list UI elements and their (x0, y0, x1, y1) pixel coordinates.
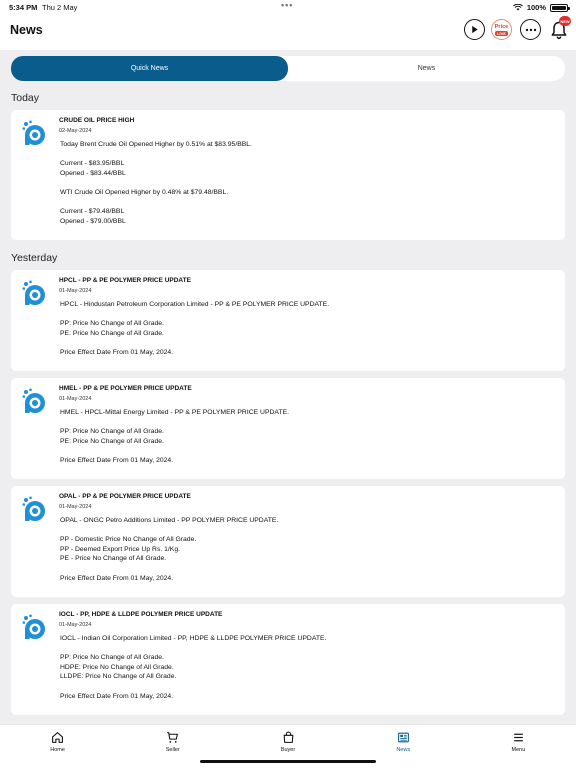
news-body-line: Current - $83.95/BBL (60, 160, 125, 168)
news-title: HPCL - PP & PE POLYMER PRICE UPDATE (59, 277, 191, 284)
app-header: News Price LIVE NEW (0, 14, 576, 50)
nav-buyer-label: Buyer (280, 747, 296, 753)
news-body-line: PP - Deemed Export Price Up Rs. 1/Kg. (60, 545, 181, 553)
news-body: IOCL - Indian Oil Corporation Limited - … (60, 634, 326, 701)
brand-logo-icon (22, 120, 45, 145)
news-body-gap (60, 198, 252, 208)
news-body-line: PE - Price No Change of All Grade. (60, 555, 167, 563)
brand-logo-icon (22, 280, 45, 305)
news-body-line: Opened - $83.44/BBL (60, 169, 126, 177)
news-body-line: HPCL - Hindustan Petroleum Corporation L… (60, 301, 330, 308)
newspaper-icon (397, 732, 409, 743)
news-body-line: Today Brent Crude Oil Opened Higher by 0… (60, 141, 252, 148)
news-body: HPCL - Hindustan Petroleum Corporation L… (60, 300, 329, 358)
news-body-gap (60, 310, 329, 320)
section-yesterday: Yesterday (11, 252, 58, 264)
news-date: 01-May-2024 (59, 396, 92, 402)
home-indicator[interactable] (200, 760, 376, 763)
nav-menu[interactable]: Menu (461, 725, 576, 768)
news-card[interactable]: CRUDE OIL PRICE HIGH 02-May-2024 Today B… (11, 110, 565, 240)
news-body-line: Price Effect Date From 01 May, 2024. (60, 574, 174, 582)
news-body-line: Price Effect Date From 01 May, 2024. (60, 348, 174, 356)
status-right: 100% (512, 3, 570, 12)
brand-logo-icon (22, 614, 45, 639)
status-bar: 5:34 PM Thu 2 May ••• 100% (0, 0, 576, 14)
notification-button[interactable]: NEW (548, 16, 571, 40)
news-body-gap (60, 338, 329, 348)
news-card[interactable]: OPAL - PP & PE POLYMER PRICE UPDATE 01-M… (11, 486, 565, 597)
news-body: Today Brent Crude Oil Opened Higher by 0… (60, 140, 252, 226)
news-body-line: PP: Price No Change of All Grade. (60, 428, 164, 436)
cart-icon (167, 732, 179, 743)
live-badge: LIVE (495, 30, 508, 36)
news-body-line: Price Effect Date From 01 May, 2024. (60, 456, 174, 464)
bag-icon (283, 731, 293, 743)
chat-dots-icon (525, 28, 536, 31)
news-body: HMEL - HPCL-Mittal Energy Limited - PP &… (60, 408, 289, 466)
play-icon (472, 25, 478, 34)
battery-icon (550, 3, 570, 12)
nav-home[interactable]: Home (0, 725, 115, 768)
nav-news-label: News (396, 747, 411, 753)
news-title: CRUDE OIL PRICE HIGH (59, 117, 135, 124)
section-today: Today (11, 92, 40, 104)
price-label: Price (494, 23, 509, 30)
news-card[interactable]: IOCL - PP, HDPE & LLDPE POLYMER PRICE UP… (11, 604, 565, 715)
brand-logo-icon (22, 388, 45, 413)
news-body-line: OPAL - ONGC Petro Additions Limited - PP… (60, 517, 279, 524)
news-body-gap (60, 418, 289, 428)
news-card[interactable]: HMEL - PP & PE POLYMER PRICE UPDATE 01-M… (11, 378, 565, 479)
news-body-line: HDPE: Price No Change of All Grade. (60, 663, 174, 671)
news-body-gap (60, 446, 289, 456)
news-title: HMEL - PP & PE POLYMER PRICE UPDATE (59, 385, 192, 392)
news-title: OPAL - PP & PE POLYMER PRICE UPDATE (59, 493, 191, 500)
news-body-line: PP: Price No Change of All Grade. (60, 320, 164, 328)
home-icon (52, 732, 64, 743)
news-body-line: PE: Price No Change of All Grade. (60, 437, 164, 445)
live-price-button[interactable]: Price LIVE (491, 19, 512, 40)
news-body-gap (60, 644, 326, 654)
brand-logo-icon (22, 496, 45, 521)
news-body-gap (60, 682, 326, 692)
news-date: 01-May-2024 (59, 622, 92, 628)
news-body: OPAL - ONGC Petro Additions Limited - PP… (60, 516, 278, 583)
multitasking-dots-icon[interactable]: ••• (281, 0, 293, 10)
tab-quick-news[interactable]: Quick News (11, 56, 288, 81)
nav-seller-label: Seller (165, 747, 180, 753)
menu-icon (514, 733, 523, 742)
news-body-line: IOCL - Indian Oil Corporation Limited - … (60, 635, 327, 642)
news-body-line: Price Effect Date From 01 May, 2024. (60, 692, 174, 700)
status-time: 5:34 PM (9, 3, 38, 12)
nav-menu-label: Menu (511, 747, 526, 753)
battery-percent: 100% (526, 3, 546, 12)
chat-button[interactable] (520, 19, 541, 40)
news-body-gap (60, 564, 278, 574)
news-card[interactable]: HPCL - PP & PE POLYMER PRICE UPDATE 01-M… (11, 270, 565, 371)
news-body-line: HMEL - HPCL-Mittal Energy Limited - PP &… (60, 409, 290, 416)
page-title: News (10, 23, 43, 37)
news-body-line: Opened - $79.00/BBL (60, 217, 126, 225)
news-body-line: Current - $79.48/BBL (60, 208, 125, 216)
news-body-gap (60, 150, 252, 160)
tab-news[interactable]: News (288, 56, 565, 81)
news-body-line: PP: Price No Change of All Grade. (60, 654, 164, 662)
news-title: IOCL - PP, HDPE & LLDPE POLYMER PRICE UP… (59, 611, 223, 618)
news-body-line: PE: Price No Change of All Grade. (60, 329, 164, 337)
news-date: 02-May-2024 (59, 128, 92, 134)
news-body-line: WTI Crude Oil Opened Higher by 0.48% at … (60, 188, 229, 196)
news-tabs: Quick News News (11, 56, 565, 81)
news-date: 01-May-2024 (59, 504, 92, 510)
play-button[interactable] (464, 19, 485, 40)
news-body-line: PP - Domestic Price No Change of All Gra… (60, 536, 197, 544)
news-date: 01-May-2024 (59, 288, 92, 294)
wifi-icon (512, 4, 523, 11)
nav-home-label: Home (50, 747, 65, 753)
news-body-gap (60, 178, 252, 188)
news-body-gap (60, 526, 278, 536)
notification-badge: NEW (559, 16, 571, 26)
news-body-line: LLDPE: Price No Change of All Grade. (60, 673, 177, 681)
status-date: Thu 2 May (42, 3, 78, 12)
